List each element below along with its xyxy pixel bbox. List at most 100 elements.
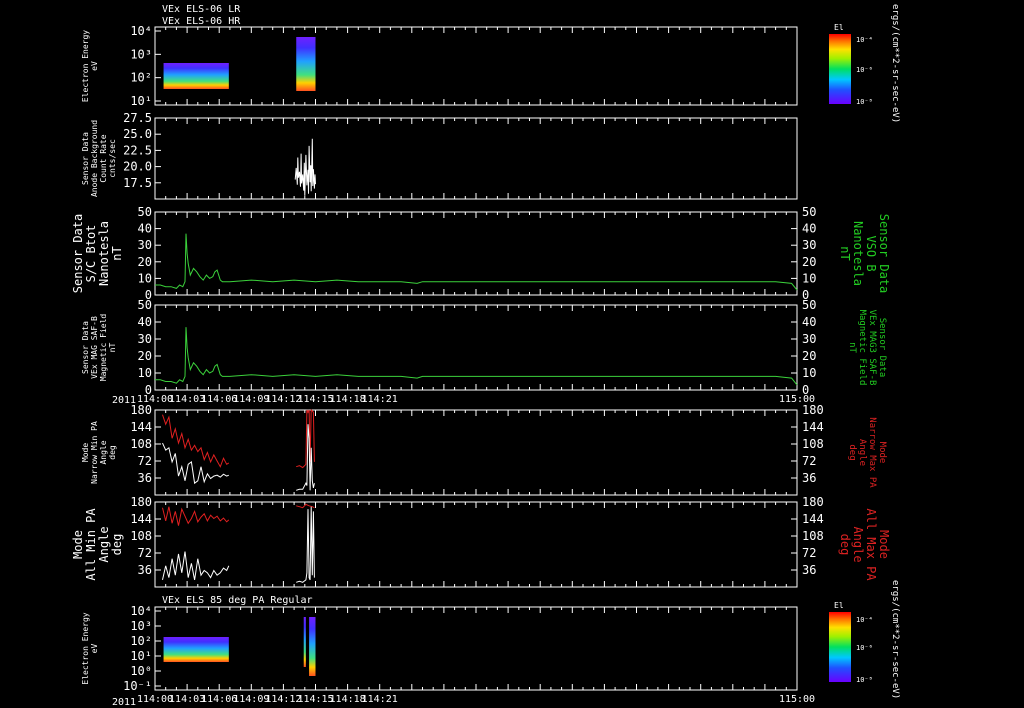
xtick-label: 114:03 — [169, 694, 205, 705]
narrow-pa-ytick-label-right: 36 — [802, 471, 816, 485]
xtick-label: 114:12 — [265, 694, 301, 705]
mag-saf-ylabel-line: nT — [108, 343, 117, 353]
mag-saf-ytick-label: 40 — [138, 315, 152, 329]
sc-bmag-ytick-label: 50 — [138, 205, 152, 219]
all-pa-series-white — [162, 551, 230, 581]
xtick-label: 114:18 — [330, 394, 366, 405]
electron-energy-top-heat-segment — [163, 63, 229, 89]
colorbar-bottom — [829, 612, 851, 682]
all-pa-frame — [154, 501, 798, 588]
colorbar-top — [829, 34, 851, 104]
all-pa-ylabel-right-line: Mode — [877, 530, 891, 559]
sc-bmag-ytick-label-right: 10 — [802, 271, 816, 285]
xtick-label: 114:15 — [297, 394, 333, 405]
mag-saf-frame — [154, 304, 798, 391]
narrow-pa-ylabel-right-line: Mode — [877, 442, 887, 464]
anode-background-ytick-label: 25.0 — [123, 127, 152, 141]
electron-energy-bottom-heat-segment — [163, 637, 229, 662]
plot-canvas: VEx ELS-06 LR VEx ELS-06 HR VEx ELS 85 d… — [71, 4, 900, 708]
narrow-pa-ytick-label-right: 108 — [802, 437, 824, 451]
sc-bmag-ylabel-line: Sensor Data — [71, 214, 85, 293]
all-pa-ytick-label-right: 108 — [802, 529, 824, 543]
anode-background-ylabel-line: cnts/sec — [108, 139, 117, 178]
xtick-label: 114:09 — [233, 694, 269, 705]
mag-saf-ytick-label: 10 — [138, 366, 152, 380]
colorbar-top-tick-1: 10⁻⁶ — [856, 66, 873, 74]
narrow-pa-ylabel-right-line: Narrow Max PA — [867, 417, 877, 488]
sc-bmag-ytick-label: 30 — [138, 238, 152, 252]
anode-background-ytick-label: 27.5 — [123, 111, 152, 125]
colorbar-bottom-unit: ergs/(cm**2-sr-sec-eV) — [890, 580, 900, 699]
electron-energy-bottom-ylabel-line: Electron Energy — [81, 612, 90, 684]
narrow-pa-ytick-label: 36 — [138, 471, 152, 485]
xtick-label: 114:09 — [233, 394, 269, 405]
all-pa-ytick-label: 144 — [130, 512, 152, 526]
mag-saf-ytick-label-right: 40 — [802, 315, 816, 329]
anode-background-ytick-label: 17.5 — [123, 176, 152, 190]
electron-energy-bottom-ytick-label: 10¹ — [130, 649, 152, 663]
electron-energy-top-ytick-label: 10² — [130, 71, 152, 85]
mag-saf-ytick-label: 20 — [138, 349, 152, 363]
electron-energy-bottom-ytick-label: 10⁰ — [130, 664, 152, 678]
narrow-pa-ylabel-line: Angle — [99, 440, 108, 464]
all-pa-ylabel-line: Angle — [97, 526, 111, 562]
colorbar-bottom-tick-1: 10⁻⁶ — [856, 644, 873, 652]
anode-background-ylabel-line: Count Rate — [99, 134, 108, 182]
xtick-label: 114:21 — [362, 694, 398, 705]
sc-bmag-ytick-label-right: 50 — [802, 205, 816, 219]
all-pa-ylabel-line: Mode — [71, 530, 85, 559]
sc-bmag-ytick-label-right: 40 — [802, 222, 816, 236]
xtick-label: 114:18 — [330, 694, 366, 705]
narrow-pa-ylabel-line: Mode — [81, 443, 90, 462]
mag-saf-ylabel-line: Magnetic Field — [99, 314, 108, 382]
header-line2: VEx ELS-06 HR — [162, 16, 241, 27]
all-pa-ylabel-right-line: All Max PA — [864, 508, 878, 581]
narrow-pa-frame — [154, 409, 798, 496]
all-pa-ytick-label-right: 180 — [802, 495, 824, 509]
mag-saf-ylabel-right-line: VEx MAG3 SAF-B — [867, 310, 877, 386]
header-line1: VEx ELS-06 LR — [162, 4, 241, 15]
narrow-pa-ytick-label-right: 144 — [802, 420, 824, 434]
all-pa-ytick-label: 36 — [138, 563, 152, 577]
all-pa-ytick-label-right: 36 — [802, 563, 816, 577]
xtick-label: 114:06 — [201, 394, 237, 405]
electron-energy-top-ytick-label: 10⁴ — [130, 24, 152, 38]
sc-bmag-ylabel-right-line: Nanotesla — [851, 221, 865, 286]
sc-bmag-ytick-label-right: 30 — [802, 238, 816, 252]
anode-background-ylabel-line: Sensor Data — [81, 132, 90, 185]
mag-saf-ytick-label-right: 50 — [802, 298, 816, 312]
electron-energy-top-ylabel-line: eV — [90, 61, 99, 71]
mag-saf-ytick-label-right: 10 — [802, 366, 816, 380]
all-pa-ylabel-right-line: deg — [838, 534, 852, 556]
sc-bmag-series-green — [155, 233, 798, 291]
sc-bmag-ylabel-right-line: Sensor Data — [877, 214, 891, 293]
electron-energy-bottom-ylabel-line: eV — [90, 644, 99, 654]
narrow-pa-ylabel-right-line: Angle — [857, 439, 867, 466]
colorbar-bottom-title: El — [834, 601, 844, 610]
electron-energy-bottom-ytick-label: 10² — [130, 634, 152, 648]
narrow-pa-ytick-label: 144 — [130, 420, 152, 434]
electron-energy-top-ytick-label: 10¹ — [130, 94, 152, 108]
electron-energy-top-frame — [154, 26, 798, 106]
sc-bmag-ytick-label: 10 — [138, 271, 152, 285]
xtick-label: 114:03 — [169, 394, 205, 405]
electron-energy-top-ylabel-line: Electron Energy — [81, 30, 90, 102]
sc-bmag-ytick-label: 40 — [138, 222, 152, 236]
anode-background-ytick-label: 22.5 — [123, 143, 152, 157]
mag-saf-ylabel-line: Sensor Data — [81, 321, 90, 374]
xtick-label: 114:15 — [297, 694, 333, 705]
electron-energy-bottom-heat-segment — [309, 617, 316, 676]
narrow-pa-ylabel-line: Narrow Min PA — [90, 421, 99, 484]
mag-saf-ylabel-right-line: Sensor Data — [877, 318, 887, 378]
mag-saf-ytick-label-right: 20 — [802, 349, 816, 363]
colorbar-bottom-tick-2: 10⁻⁸ — [856, 676, 873, 684]
sc-bmag-ylabel-line: Nanotesla — [97, 221, 111, 286]
all-pa-ylabel-right-line: Angle — [851, 526, 865, 562]
mid-title: VEx ELS 85 deg PA Regular — [162, 595, 313, 606]
narrow-pa-ytick-label-right: 72 — [802, 454, 816, 468]
all-pa-ytick-label: 180 — [130, 495, 152, 509]
narrow-pa-ytick-label-right: 180 — [802, 403, 824, 417]
sc-bmag-ylabel-line: nT — [110, 246, 124, 260]
sc-bmag-frame — [154, 211, 798, 296]
mag-saf-ylabel-right-line: Magnetic Field — [857, 310, 867, 386]
